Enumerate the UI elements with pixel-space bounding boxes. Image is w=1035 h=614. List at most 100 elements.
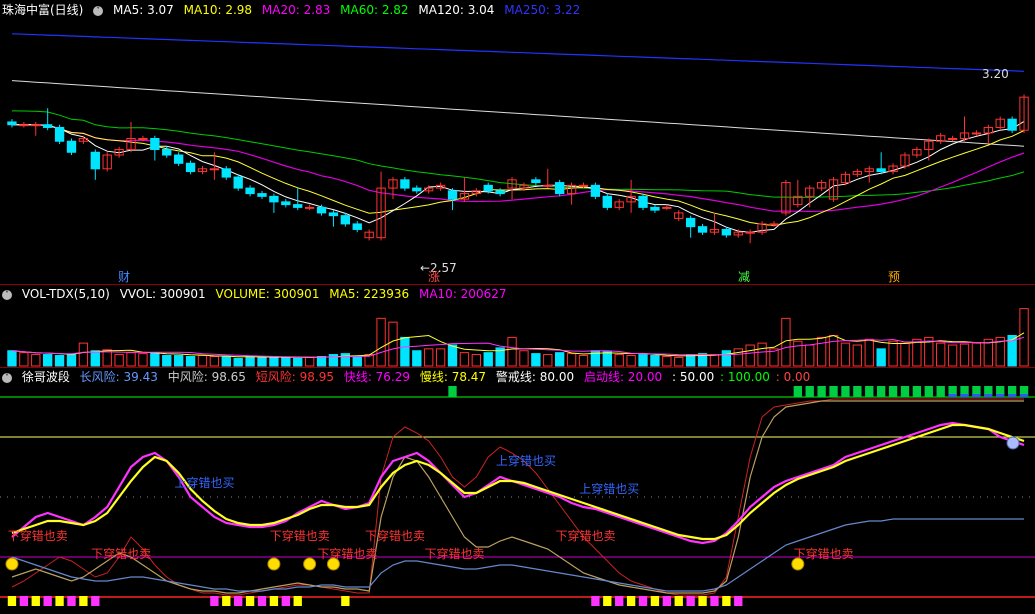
volume-bar-down [483, 352, 493, 367]
volume-bar-up [888, 340, 898, 367]
volume-bar-up [304, 356, 315, 367]
sell-signal-label: 下穿错也卖 [425, 546, 485, 561]
event-tag: 减 [738, 270, 750, 284]
top-signal-block [829, 386, 838, 397]
volume-bar-up [1019, 308, 1029, 367]
volume-bar-up [852, 344, 863, 367]
bottom-signal-block [19, 596, 29, 606]
volume-ma5-line [11, 332, 1025, 358]
smiley-icon [326, 557, 340, 571]
sell-signal-label: 下穿错也卖 [270, 528, 330, 543]
event-tag: 财 [118, 270, 130, 284]
bottom-signal-block [257, 596, 267, 606]
chart-stage: 珠海中富(日线) ˅ MA5: 3.07 MA10: 2.98 MA20: 2.… [0, 0, 1035, 614]
volume-bar-up [543, 354, 553, 367]
top-signal-block [793, 386, 802, 397]
candle-up [971, 132, 982, 135]
volume-bar-up [947, 344, 958, 367]
sell-signal-label: 下穿错也卖 [555, 528, 615, 543]
volume-bar-up [388, 321, 398, 367]
bottom-signal-block [210, 596, 219, 606]
top-signal-block [853, 386, 862, 397]
bottom-signal-block [650, 596, 660, 606]
volume-bar-up [757, 342, 767, 367]
candle-down [7, 121, 17, 126]
volume-bar-down [602, 351, 612, 367]
candle-up [543, 184, 553, 187]
top-signal-block [448, 386, 457, 397]
bottom-signal-block [603, 596, 612, 606]
candle-down [162, 149, 172, 156]
candle-down [185, 162, 196, 173]
volume-bar-down [638, 354, 648, 367]
smiley-icon [791, 557, 805, 571]
volume-bar-up [614, 354, 624, 367]
bottom-signal-block [91, 596, 100, 606]
sell-signal-label: 下穿错也卖 [317, 546, 377, 561]
buy-signal-label: 上穿错也买 [496, 453, 556, 468]
candle-down [316, 206, 327, 214]
candle-down [43, 124, 53, 128]
volume-bar-up [566, 353, 577, 367]
stock-chart-svg: 3.20←2.57财涨减预上穿错也买上穿错也买上穿错也买下穿错也卖下穿错也卖下穿… [0, 33, 1035, 606]
volume-bar-up [936, 342, 946, 367]
candle-down [54, 126, 65, 142]
volume-bar-up [816, 336, 827, 367]
volume-bar-up [471, 354, 481, 367]
volume-bar-down [400, 336, 410, 367]
candle-down [483, 184, 493, 192]
top-signal-block [888, 386, 898, 397]
candle-up [138, 137, 148, 140]
top-signal-block [924, 386, 933, 397]
candle-down [352, 223, 362, 230]
candle-down [150, 137, 160, 151]
bottom-signal-block [722, 596, 731, 606]
volume-bar-down [66, 354, 77, 367]
volume-bar-up [519, 350, 529, 367]
volume-bar-down [90, 350, 100, 367]
volume-bar-up [126, 352, 136, 367]
volume-bar-down [447, 344, 458, 367]
volume-bar-down [650, 355, 660, 367]
candle-down [495, 190, 505, 195]
candle-down [233, 176, 243, 189]
volume-bar-down [685, 354, 696, 367]
volume-bar-up [674, 356, 684, 367]
long-risk-line [11, 518, 1024, 592]
volume-bar-up [19, 352, 29, 367]
candle-up [19, 124, 29, 127]
bottom-signal-block [686, 596, 695, 606]
volume-bar-down [257, 356, 267, 367]
ma5-line [12, 120, 1025, 233]
volume-bar-up [626, 355, 636, 367]
volume-bar-up [912, 338, 922, 367]
slow-line [11, 423, 1025, 541]
volume-bar-up [138, 353, 148, 367]
volume-bar-up [864, 338, 874, 367]
candle-down [555, 182, 565, 195]
candle-down [245, 187, 255, 195]
candle-down [269, 195, 279, 203]
volume-bar-up [31, 354, 41, 367]
candle-up [745, 231, 755, 234]
candle-up [578, 184, 589, 187]
bottom-signal-block [662, 596, 672, 606]
top-signal-mark [948, 394, 957, 397]
top-signal-block [936, 386, 945, 397]
ma250-line [11, 33, 1025, 72]
candle-down [697, 226, 708, 233]
bottom-signal-block [341, 596, 350, 606]
candle-up [769, 223, 779, 226]
volume-bar-down [54, 355, 65, 367]
bottom-signal-block [269, 596, 279, 606]
smiley-icon [267, 557, 281, 571]
volume-bar-up [376, 317, 386, 367]
volume-bar-down [412, 350, 422, 367]
volume-ma10-line [11, 336, 1025, 358]
volume-bar-up [805, 344, 815, 367]
bottom-signal-block [734, 596, 743, 606]
bottom-signal-block [31, 596, 40, 606]
bottom-signal-block [591, 596, 600, 606]
candle-down [412, 187, 422, 192]
candle-up [662, 206, 672, 209]
